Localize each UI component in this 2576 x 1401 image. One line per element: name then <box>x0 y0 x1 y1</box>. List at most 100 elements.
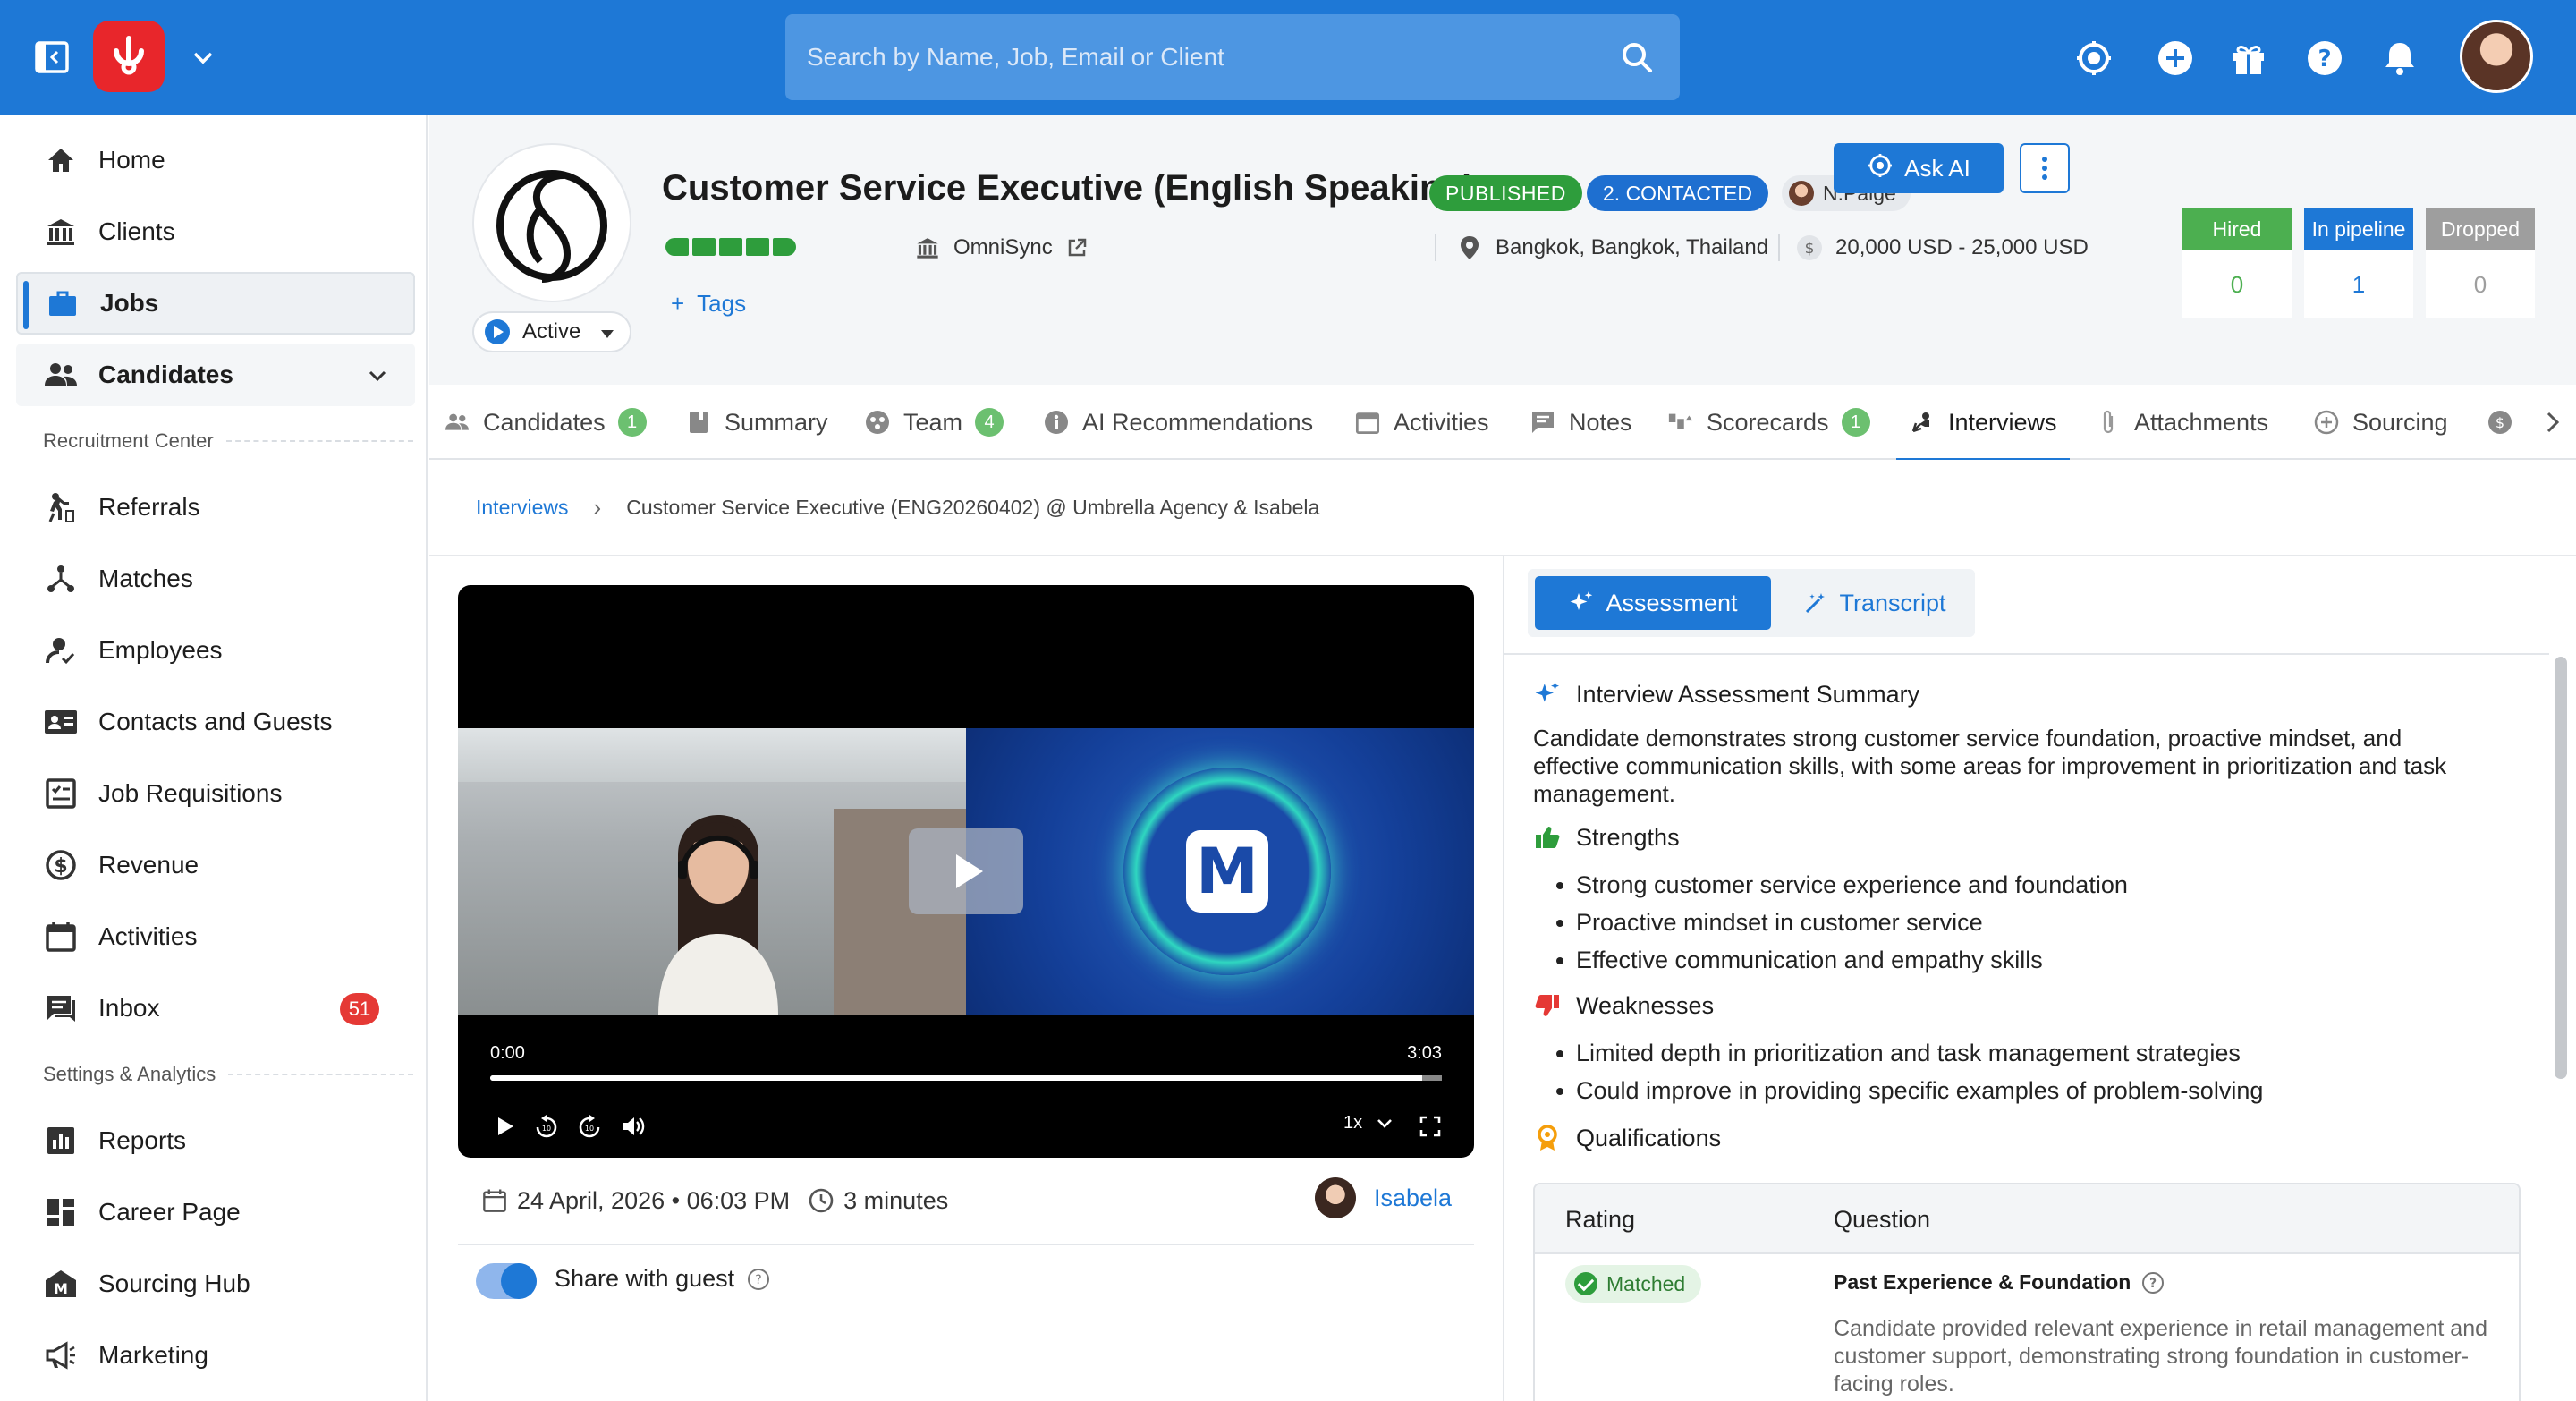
candidate-link[interactable]: Isabela <box>1315 1177 1452 1218</box>
sidebar-item-home[interactable]: Home <box>16 129 415 191</box>
search-icon[interactable] <box>1619 39 1655 75</box>
fullscreen-icon[interactable] <box>1417 1113 1444 1140</box>
calendar-icon <box>43 919 79 955</box>
tab-ai-recommendations[interactable]: AI Recommendations <box>1043 385 1313 460</box>
info-icon <box>1043 409 1070 436</box>
ask-ai-button[interactable]: Ask AI <box>1834 143 2004 193</box>
chevron-down-icon[interactable] <box>365 363 390 388</box>
play-icon[interactable] <box>492 1113 519 1140</box>
bell-icon[interactable] <box>2379 38 2420 79</box>
sidebar-item-career-page[interactable]: Career Page <box>16 1181 415 1244</box>
sidebar-item-activities[interactable]: Activities <box>16 905 415 968</box>
sidebar-item-candidates[interactable]: Candidates <box>16 344 415 406</box>
job-location: Bangkok, Bangkok, Thailand <box>1456 234 1768 261</box>
sidebar-item-reports[interactable]: Reports <box>16 1109 415 1172</box>
svg-text:$: $ <box>1805 240 1815 258</box>
tab-sourcing[interactable]: Sourcing <box>2313 385 2448 460</box>
volume-icon[interactable] <box>619 1113 646 1140</box>
tab-notes[interactable]: Notes <box>1530 385 1632 460</box>
calendar-icon <box>481 1187 508 1214</box>
tab-team[interactable]: Team 4 <box>864 385 1004 460</box>
stat-hired[interactable]: Hired 0 <box>2182 208 2292 318</box>
ai-sparkle-icon <box>1867 152 1894 185</box>
sidebar-item-sourcing-hub[interactable]: M Sourcing Hub <box>16 1252 415 1315</box>
job-salary: $ 20,000 USD - 25,000 USD <box>1796 234 2089 261</box>
qualifications-table: Rating Question Matched Past Experience … <box>1533 1183 2521 1401</box>
search-input[interactable] <box>807 14 1594 100</box>
briefcase-icon <box>45 285 80 321</box>
forward-10-icon[interactable]: 10 <box>576 1113 603 1140</box>
summary-icon <box>685 409 712 436</box>
help-icon[interactable]: ? <box>2141 1271 2165 1295</box>
sidebar-item-inbox[interactable]: Inbox 51 <box>16 977 415 1040</box>
team-icon <box>864 409 891 436</box>
help-icon[interactable]: ? <box>2304 38 2345 79</box>
sidebar-item-marketing[interactable]: Marketing <box>16 1324 415 1387</box>
stage-badge[interactable]: 2. CONTACTED <box>1587 175 1768 211</box>
employee-icon <box>43 633 79 668</box>
interview-date: 24 April, 2026 • 06:03 PM <box>517 1186 791 1214</box>
tab-activities[interactable]: Activities <box>1354 385 1489 460</box>
weaknesses-list: Limited depth in prioritization and task… <box>1556 1034 2263 1109</box>
sidebar-item-jobs[interactable]: Jobs <box>16 272 415 335</box>
job-company[interactable]: OmniSync <box>914 234 1103 261</box>
gift-icon[interactable] <box>2228 38 2269 79</box>
svg-text:?: ? <box>2318 46 2331 72</box>
video-progress-bar[interactable] <box>490 1075 1442 1081</box>
sidebar: Home Clients Jobs Candidates Recruitment… <box>0 115 428 1401</box>
list-item: Could improve in providing specific exam… <box>1556 1072 2263 1109</box>
tabs-scroll-right-icon[interactable] <box>2544 385 2562 460</box>
job-status-select[interactable]: Active <box>472 311 631 352</box>
tab-candidates[interactable]: Candidates 1 <box>444 385 647 460</box>
plus-circle-icon[interactable] <box>2155 38 2196 79</box>
stat-dropped[interactable]: Dropped 0 <box>2426 208 2535 318</box>
inbox-count-badge: 51 <box>340 993 379 1025</box>
rewind-10-icon[interactable]: 10 <box>533 1113 560 1140</box>
play-overlay-button[interactable] <box>909 828 1023 914</box>
share-with-guest-label: Share with guest ? <box>555 1265 770 1293</box>
qualifications-title: Qualifications <box>1533 1124 1721 1152</box>
help-icon[interactable]: ? <box>747 1268 770 1291</box>
share-with-guest-toggle[interactable] <box>476 1263 537 1299</box>
assessment-scrollbar[interactable] <box>2555 657 2567 1079</box>
sidebar-toggle-icon[interactable] <box>34 39 70 75</box>
sidebar-item-clients[interactable]: Clients <box>16 200 415 263</box>
breadcrumb: Interviews › Customer Service Executive … <box>429 460 2576 556</box>
kebab-icon <box>2042 157 2047 180</box>
strengths-list: Strong customer service experience and f… <box>1556 866 2128 979</box>
external-link-icon[interactable] <box>1063 234 1090 261</box>
candidate-video-feed <box>458 728 966 1015</box>
svg-text:10: 10 <box>542 1125 551 1133</box>
sidebar-item-job-requisitions[interactable]: Job Requisitions <box>16 762 415 825</box>
assessment-view-switch: Assessment Transcript <box>1528 569 1975 637</box>
company-logo <box>472 143 631 302</box>
sidebar-item-matches[interactable]: Matches <box>16 548 415 610</box>
notes-icon <box>1530 409 1556 436</box>
assessment-tab[interactable]: Assessment <box>1535 576 1771 630</box>
chevron-down-icon[interactable] <box>190 45 216 72</box>
sidebar-item-revenue[interactable]: $ Revenue <box>16 834 415 896</box>
tab-revenue[interactable]: $ <box>2487 385 2526 460</box>
stat-in-pipeline[interactable]: In pipeline 1 <box>2304 208 2413 318</box>
playback-speed-select[interactable]: 1x <box>1343 1113 1393 1134</box>
tab-summary[interactable]: Summary <box>685 385 828 460</box>
tab-scorecards[interactable]: Scorecards 1 <box>1667 385 1870 460</box>
user-avatar[interactable] <box>2460 20 2533 93</box>
interview-video-player[interactable]: M 0:00 3:03 10 10 1x <box>458 585 1474 1158</box>
breadcrumb-interviews-link[interactable]: Interviews <box>476 496 569 520</box>
candidate-person-image <box>658 815 778 1015</box>
sidebar-item-employees[interactable]: Employees <box>16 619 415 682</box>
brand-logo[interactable] <box>93 21 165 92</box>
svg-text:$: $ <box>54 855 67 878</box>
more-options-button[interactable] <box>2020 143 2070 193</box>
tab-attachments[interactable]: Attachments <box>2095 385 2268 460</box>
ai-sparkle-icon[interactable] <box>2073 38 2114 79</box>
list-item: Limited depth in prioritization and task… <box>1556 1034 2263 1072</box>
sparkle-icon <box>1570 591 1593 610</box>
add-tags-link[interactable]: + Tags <box>671 290 746 318</box>
transcript-tab[interactable]: Transcript <box>1787 576 1962 630</box>
sidebar-item-contacts-and-guests[interactable]: Contacts and Guests <box>16 691 415 753</box>
sidebar-item-referrals[interactable]: Referrals <box>16 476 415 539</box>
reports-icon <box>43 1123 79 1159</box>
tab-interviews[interactable]: Interviews <box>1896 385 2070 462</box>
